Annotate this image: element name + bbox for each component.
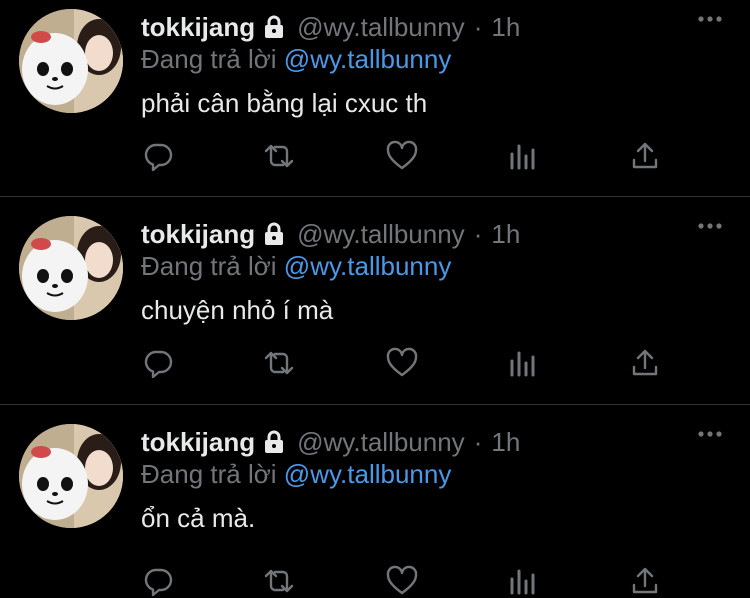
lock-icon <box>261 14 287 40</box>
lock-icon <box>261 221 287 247</box>
user-handle[interactable]: @wy.tallbunny <box>297 427 465 458</box>
lock-icon <box>261 429 287 455</box>
retweet-icon[interactable] <box>263 565 295 597</box>
tweet[interactable]: tokkijang @wy.tallbunny · 1h Đang trả lờ… <box>0 0 750 207</box>
timestamp[interactable]: 1h <box>491 427 520 458</box>
display-name[interactable]: tokkijang <box>141 12 255 43</box>
more-icon[interactable] <box>696 219 724 233</box>
divider <box>0 196 750 197</box>
more-icon[interactable] <box>696 12 724 26</box>
retweet-icon[interactable] <box>263 140 295 172</box>
user-handle[interactable]: @wy.tallbunny <box>297 12 465 43</box>
separator: · <box>473 426 483 457</box>
share-icon[interactable] <box>629 565 661 597</box>
user-handle[interactable]: @wy.tallbunny <box>297 219 465 250</box>
reply-icon[interactable] <box>142 347 174 379</box>
like-icon[interactable] <box>386 140 418 172</box>
timestamp[interactable]: 1h <box>491 12 520 43</box>
like-icon[interactable] <box>386 565 418 597</box>
tweet[interactable]: tokkijang @wy.tallbunny · 1h Đang trả lờ… <box>0 415 750 598</box>
tweet-header: tokkijang @wy.tallbunny · 1h <box>141 424 520 460</box>
action-bar <box>0 565 750 598</box>
avatar-image <box>19 424 123 528</box>
share-icon[interactable] <box>629 347 661 379</box>
reply-icon[interactable] <box>142 140 174 172</box>
more-icon[interactable] <box>696 427 724 441</box>
retweet-icon[interactable] <box>263 347 295 379</box>
replying-to: Đang trả lời @wy.tallbunny <box>141 459 451 490</box>
action-bar <box>0 140 750 174</box>
reply-icon[interactable] <box>142 565 174 597</box>
tweet-text: phải cân bằng lại cxuc th <box>141 88 428 118</box>
separator: · <box>473 218 483 249</box>
views-icon[interactable] <box>508 140 540 172</box>
avatar[interactable] <box>19 9 123 113</box>
replying-to-label: Đang trả lời <box>141 251 277 281</box>
replying-to: Đang trả lời @wy.tallbunny <box>141 251 451 282</box>
replying-to-label: Đang trả lời <box>141 44 277 74</box>
tweet-header: tokkijang @wy.tallbunny · 1h <box>141 9 520 45</box>
avatar[interactable] <box>19 216 123 320</box>
replying-to-link[interactable]: @wy.tallbunny <box>284 44 452 74</box>
replying-to-link[interactable]: @wy.tallbunny <box>284 251 452 281</box>
like-icon[interactable] <box>386 347 418 379</box>
replying-to: Đang trả lời @wy.tallbunny <box>141 44 451 75</box>
tweet[interactable]: tokkijang @wy.tallbunny · 1h Đang trả lờ… <box>0 207 750 414</box>
tweet-header: tokkijang @wy.tallbunny · 1h <box>141 216 520 252</box>
divider <box>0 404 750 405</box>
avatar-image <box>19 9 123 113</box>
replying-to-link[interactable]: @wy.tallbunny <box>284 459 452 489</box>
display-name[interactable]: tokkijang <box>141 219 255 250</box>
replying-to-label: Đang trả lời <box>141 459 277 489</box>
avatar-image <box>19 216 123 320</box>
avatar[interactable] <box>19 424 123 528</box>
separator: · <box>473 11 483 42</box>
tweet-text: ổn cả mà. <box>141 503 256 533</box>
tweet-text: chuyện nhỏ í mà <box>141 295 334 325</box>
views-icon[interactable] <box>508 565 540 597</box>
display-name[interactable]: tokkijang <box>141 427 255 458</box>
action-bar <box>0 347 750 381</box>
reply-feed: tokkijang @wy.tallbunny · 1h Đang trả lờ… <box>0 0 750 598</box>
timestamp[interactable]: 1h <box>491 219 520 250</box>
views-icon[interactable] <box>508 347 540 379</box>
share-icon[interactable] <box>629 140 661 172</box>
